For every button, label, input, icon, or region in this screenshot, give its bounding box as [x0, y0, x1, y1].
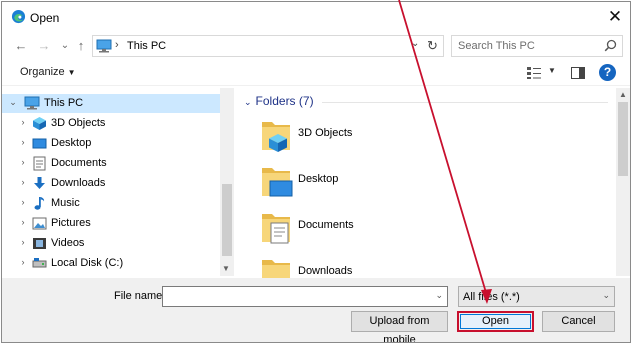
search-input[interactable]: Search This PC — [451, 35, 623, 57]
sidebar-item-label: 3D Objects — [51, 117, 106, 129]
documents-icon — [33, 156, 46, 171]
forward-button[interactable]: → — [36, 37, 52, 55]
expand-arrow-icon[interactable]: › — [18, 117, 28, 127]
organize-label: Organize — [20, 66, 65, 78]
window-title: Open — [30, 11, 60, 25]
sidebar-item-music[interactable]: › Music — [2, 194, 220, 213]
desktop-folder-icon — [262, 168, 293, 197]
file-name-label: File name: — [114, 290, 166, 302]
up-button[interactable]: ↑ — [73, 37, 89, 55]
3d-objects-icon — [33, 117, 46, 130]
group-label: Folders (7) — [255, 94, 314, 108]
folders-group-header[interactable]: ⌄ Folders (7) — [244, 94, 314, 108]
expand-arrow-icon[interactable]: › — [18, 237, 28, 247]
sidebar-item-pictures[interactable]: › Pictures — [2, 214, 220, 233]
sidebar-item-3d-objects[interactable]: › 3D Objects — [2, 114, 220, 133]
downloads-folder-icon — [262, 260, 290, 278]
organize-caret-icon: ▼ — [67, 68, 76, 77]
breadcrumb-separator: › — [115, 39, 119, 51]
sidebar-item-label: Local Disk (C:) — [51, 257, 124, 269]
scrollbar-thumb[interactable] — [618, 102, 628, 176]
breadcrumb[interactable]: This PC — [127, 40, 166, 52]
file-name-dropdown-icon[interactable]: ⌄ — [435, 290, 443, 301]
view-options-icon[interactable] — [526, 66, 542, 80]
sidebar-item-local-disk[interactable]: › Local Disk (C:) — [2, 254, 220, 273]
command-toolbar: Organize ▼ ▼ ? — [2, 60, 630, 86]
computer-icon — [24, 96, 40, 110]
folder-label: Documents — [298, 219, 354, 231]
upload-from-mobile-button[interactable]: Upload from mobile — [351, 311, 448, 342]
desktop-icon — [32, 138, 47, 149]
open-button[interactable]: Open — [457, 311, 534, 332]
file-list-scrollbar[interactable]: ▲ — [616, 88, 630, 276]
address-bar[interactable]: › This PC ⌄ ↻ — [92, 35, 444, 57]
sidebar-item-label: This PC — [44, 97, 84, 109]
cancel-button[interactable]: Cancel — [542, 311, 615, 332]
expand-arrow-icon[interactable]: › — [18, 217, 28, 227]
navigation-pane-scrollbar[interactable]: ▼ — [220, 88, 234, 276]
sidebar-item-this-pc[interactable]: ⌄ This PC — [2, 94, 220, 113]
dialog-footer: File name: ⌄ All files (*.*) ⌄ Upload fr… — [2, 278, 630, 342]
scrollbar-thumb[interactable] — [222, 184, 232, 256]
downloads-icon — [34, 177, 45, 189]
expand-arrow-icon[interactable]: › — [18, 257, 28, 267]
open-dialog: Open ✕ ← → ⌄ ↑ › This PC ⌄ ↻ Search This… — [1, 1, 631, 343]
sidebar-item-label: Desktop — [51, 137, 92, 149]
folder-item-desktop[interactable]: Desktop — [260, 164, 560, 210]
folder-item-3d-objects[interactable]: 3D Objects — [260, 118, 560, 164]
folder-label: 3D Objects — [298, 127, 353, 139]
sidebar-item-label: Documents — [51, 157, 107, 169]
file-type-dropdown-icon[interactable]: ⌄ — [602, 290, 610, 301]
back-button[interactable]: ← — [13, 37, 29, 55]
scroll-up-icon[interactable]: ▲ — [619, 90, 627, 99]
sidebar-item-desktop[interactable]: › Desktop — [2, 134, 220, 153]
group-divider — [322, 102, 608, 103]
folder-label: Downloads — [298, 265, 353, 277]
documents-folder-icon — [262, 214, 290, 244]
organize-button[interactable]: Organize ▼ — [20, 66, 76, 78]
file-type-select[interactable]: All files (*.*) ⌄ — [458, 286, 615, 307]
sidebar-item-label: Videos — [51, 237, 85, 249]
navigation-row: ← → ⌄ ↑ › This PC ⌄ ↻ Search This PC — [2, 32, 630, 60]
search-placeholder: Search This PC — [458, 40, 535, 52]
videos-icon — [33, 238, 46, 249]
file-name-field[interactable]: ⌄ — [162, 286, 448, 307]
expand-arrow-icon[interactable]: › — [18, 157, 28, 167]
edge-app-icon — [11, 9, 26, 24]
computer-icon — [96, 39, 112, 53]
expand-arrow-icon[interactable]: › — [18, 177, 28, 187]
close-icon[interactable]: ✕ — [606, 8, 624, 26]
sidebar-item-documents[interactable]: › Documents — [2, 154, 220, 173]
file-type-value: All files (*.*) — [463, 291, 520, 303]
refresh-icon[interactable]: ↻ — [427, 38, 438, 54]
expand-arrow-icon[interactable]: › — [18, 137, 28, 147]
open-button-label: Open — [460, 314, 531, 329]
drive-icon — [32, 258, 47, 268]
folder-item-documents[interactable]: Documents — [260, 210, 560, 256]
sidebar-item-label: Pictures — [51, 217, 91, 229]
help-button[interactable]: ? — [599, 64, 616, 81]
sidebar-item-label: Downloads — [51, 177, 106, 189]
preview-pane-icon[interactable] — [571, 67, 585, 79]
file-list-pane: ⌄ Folders (7) 3D Objects Desktop Documen… — [236, 88, 616, 278]
address-dropdown-icon[interactable]: ⌄ — [411, 38, 419, 49]
sidebar-item-label: Music — [51, 197, 80, 209]
3d-objects-folder-icon — [262, 122, 290, 152]
view-dropdown-icon[interactable]: ▼ — [548, 66, 556, 75]
pictures-icon — [32, 217, 47, 230]
search-icon — [604, 39, 617, 52]
navigation-pane: ⌄ This PC › 3D Objects › Desktop › Docum… — [2, 88, 234, 276]
sidebar-item-downloads[interactable]: › Downloads — [2, 174, 220, 193]
folder-label: Desktop — [298, 173, 339, 185]
expand-arrow-icon[interactable]: › — [18, 197, 28, 207]
collapse-arrow-icon[interactable]: ⌄ — [8, 97, 18, 108]
title-bar: Open ✕ — [2, 2, 630, 32]
recent-locations-icon[interactable]: ⌄ — [57, 37, 73, 55]
scroll-down-icon[interactable]: ▼ — [222, 264, 230, 273]
sidebar-item-videos[interactable]: › Videos — [2, 234, 220, 253]
music-icon — [34, 197, 45, 210]
group-collapse-icon[interactable]: ⌄ — [244, 97, 252, 107]
